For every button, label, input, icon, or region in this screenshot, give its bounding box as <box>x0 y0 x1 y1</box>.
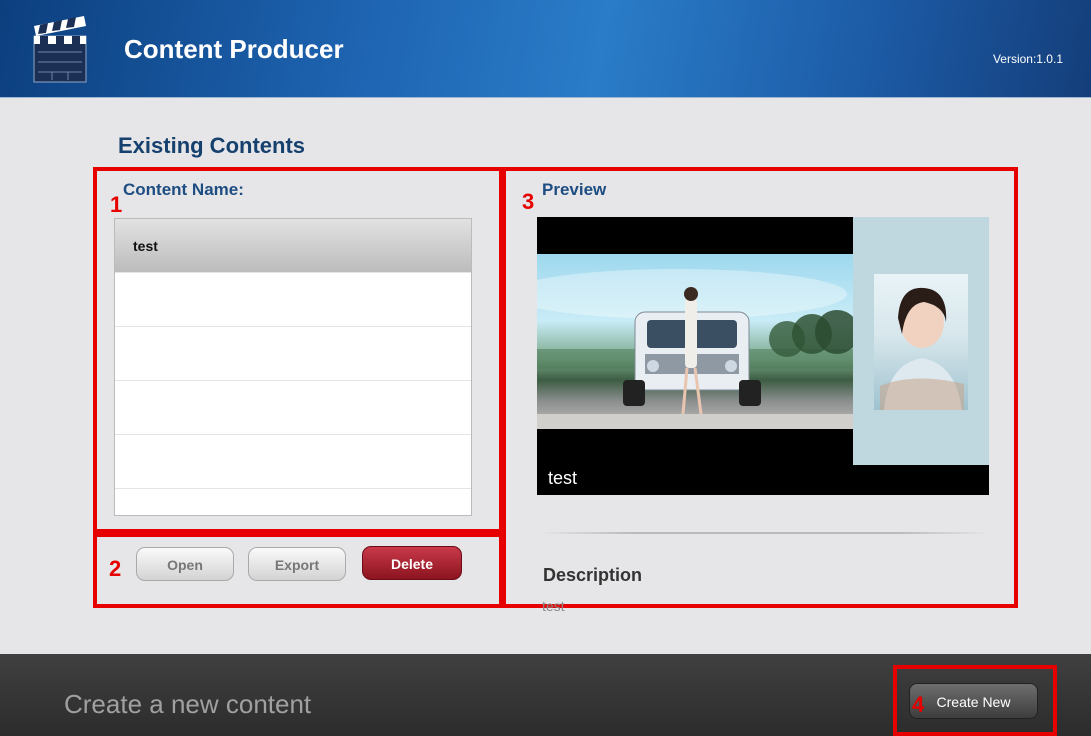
annotation-number-3: 3 <box>522 189 535 214</box>
existing-contents-title: Existing Contents <box>118 133 306 158</box>
open-button[interactable]: Open <box>136 547 234 581</box>
preview-caption: test <box>548 468 578 488</box>
version-label: Version:1.0.1 <box>992 52 1063 66</box>
content-list[interactable]: test <box>114 218 472 516</box>
delete-button[interactable]: Delete <box>362 546 462 580</box>
description-text: test <box>542 598 565 614</box>
content-name-label: Content Name: <box>123 180 244 199</box>
create-new-content-label: Create a new content <box>64 689 312 719</box>
separator <box>540 532 990 534</box>
list-item[interactable] <box>115 489 471 515</box>
annotation-number-1: 1 <box>110 192 123 217</box>
car-scene-graphic <box>537 269 853 429</box>
preview-photo <box>537 254 853 429</box>
list-item[interactable] <box>115 435 471 489</box>
list-item[interactable] <box>115 273 471 327</box>
description-title: Description <box>543 565 643 585</box>
clapperboard-icon <box>33 16 87 83</box>
list-item[interactable] <box>115 327 471 381</box>
preview-image: test <box>537 217 989 495</box>
preview-label: Preview <box>542 180 607 199</box>
annotation-number-2: 2 <box>109 556 122 581</box>
export-button[interactable]: Export <box>248 547 346 581</box>
list-item[interactable]: test <box>115 219 471 273</box>
list-item[interactable] <box>115 381 471 435</box>
portrait-photo <box>874 274 968 410</box>
app-title: Content Producer <box>124 34 344 64</box>
app-header: Content Producer Version:1.0.1 <box>0 0 1091 98</box>
preview-side-panel <box>853 217 989 465</box>
annotation-number-4: 4 <box>912 692 925 717</box>
